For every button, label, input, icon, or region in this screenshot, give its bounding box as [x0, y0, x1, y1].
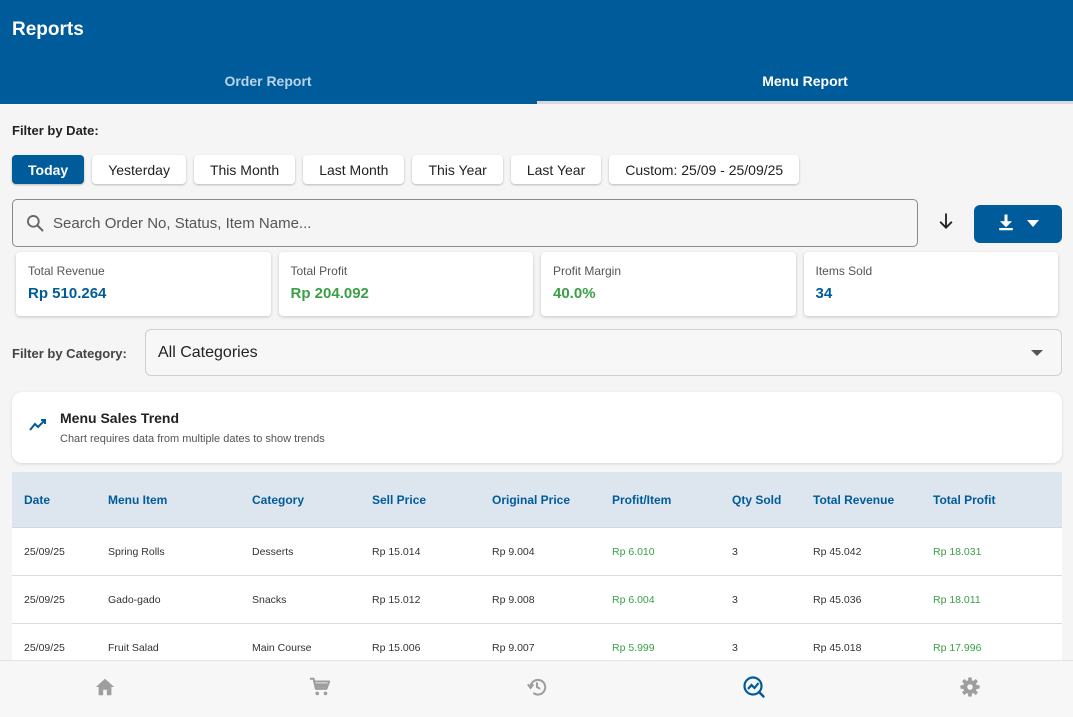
trend-title: Menu Sales Trend [60, 410, 180, 426]
tab-order-report[interactable]: Order Report [0, 57, 536, 104]
stat-value: 34 [815, 285, 833, 302]
header-sell-price[interactable]: Sell Price [372, 493, 492, 507]
date-filter-chips: Today Yesterday This Month Last Month Th… [12, 155, 807, 184]
cell-qty-sold: 3 [732, 641, 738, 654]
export-dropdown-button[interactable] [974, 205, 1062, 243]
cell-total-profit: Rp 17.996 [933, 641, 982, 654]
stat-label: Profit Margin [553, 264, 622, 278]
cell-total-revenue: Rp 45.042 [813, 545, 862, 558]
cell-date: 25/09/25 [24, 641, 65, 654]
tab-indicator [537, 101, 1073, 104]
cell-qty-sold: 3 [732, 545, 738, 558]
settings-icon [959, 676, 981, 703]
summary-cards: Total Revenue Rp 510.264 Total Profit Rp… [16, 252, 1058, 316]
nav-home[interactable] [75, 661, 135, 717]
cell-sell-price: Rp 15.014 [372, 545, 421, 558]
cell-profit-item: Rp 6.004 [612, 593, 655, 606]
cell-category: Snacks [252, 593, 287, 606]
stat-card-items-sold: Items Sold 34 [803, 252, 1058, 316]
arrow-down-icon [936, 211, 956, 236]
filter-by-category-label: Filter by Category: [12, 346, 127, 361]
stat-card-total-profit: Total Profit Rp 204.092 [278, 252, 533, 316]
cell-menu-item: Spring Rolls [108, 545, 165, 558]
cell-profit-item: Rp 5.999 [612, 641, 655, 654]
cell-sell-price: Rp 15.012 [372, 593, 421, 606]
cell-original-price: Rp 9.004 [492, 545, 535, 558]
search-input[interactable] [53, 200, 917, 246]
chip-last-year[interactable]: Last Year [510, 155, 602, 184]
stat-label: Items Sold [815, 264, 873, 278]
cart-icon [309, 676, 331, 703]
nav-cart[interactable] [290, 661, 350, 717]
table-row[interactable]: 25/09/25 Gado-gado Snacks Rp 15.012 Rp 9… [12, 576, 1062, 624]
menu-sales-trend-card: Menu Sales Trend Chart requires data fro… [12, 392, 1062, 463]
stat-value: Rp 510.264 [28, 285, 107, 302]
stat-label: Total Revenue [28, 264, 105, 278]
cell-date: 25/09/25 [24, 545, 65, 558]
cell-profit-item: Rp 6.010 [612, 545, 655, 558]
cell-original-price: Rp 9.007 [492, 641, 535, 654]
page-title: Reports [12, 19, 84, 40]
nav-history[interactable] [507, 661, 567, 717]
category-select[interactable]: All Categories [145, 329, 1062, 376]
chevron-down-icon [1027, 215, 1039, 233]
header-date[interactable]: Date [12, 493, 108, 507]
home-icon [94, 676, 116, 703]
cell-total-profit: Rp 18.011 [933, 593, 981, 606]
header-menu-item[interactable]: Menu Item [108, 493, 252, 507]
dropdown-arrow-icon [1031, 349, 1043, 356]
stat-label: Total Profit [290, 264, 348, 278]
trend-subtitle: Chart requires data from multiple dates … [60, 433, 325, 445]
table-header: Date Menu Item Category Sell Price Origi… [12, 472, 1062, 528]
nav-settings[interactable] [940, 661, 1000, 717]
cell-original-price: Rp 9.008 [492, 593, 535, 606]
cell-category: Main Course [252, 641, 312, 654]
cell-date: 25/09/25 [24, 593, 65, 606]
cell-qty-sold: 3 [732, 593, 738, 606]
nav-reports[interactable] [724, 661, 784, 717]
chip-last-month[interactable]: Last Month [303, 155, 405, 184]
app-bar: Reports Order Report Menu Report [0, 0, 1073, 104]
cell-total-revenue: Rp 45.018 [813, 641, 862, 654]
header-profit-item[interactable]: Profit/Item [612, 493, 732, 507]
chip-this-year[interactable]: This Year [412, 155, 503, 184]
sort-button[interactable] [930, 207, 962, 239]
chip-yesterday[interactable]: Yesterday [92, 155, 186, 184]
stat-value: 40.0% [553, 285, 596, 302]
stat-value: Rp 204.092 [290, 285, 369, 302]
cell-total-profit: Rp 18.031 [933, 545, 982, 558]
search-box[interactable] [12, 199, 918, 247]
cell-menu-item: Fruit Salad [108, 641, 159, 654]
cell-category: Desserts [252, 545, 294, 558]
cell-sell-price: Rp 15.006 [372, 641, 421, 654]
table-row[interactable]: 25/09/25 Fruit Salad Main Course Rp 15.0… [12, 624, 1062, 660]
filter-by-date-label: Filter by Date: [12, 123, 99, 138]
table-row[interactable]: 25/09/25 Spring Rolls Desserts Rp 15.014… [12, 528, 1062, 576]
stat-card-profit-margin: Profit Margin 40.0% [541, 252, 796, 316]
cell-total-revenue: Rp 45.036 [813, 593, 862, 606]
search-icon [13, 200, 53, 246]
category-select-value: All Categories [158, 343, 258, 361]
download-icon [997, 213, 1015, 236]
chip-today[interactable]: Today [12, 155, 85, 184]
menu-report-table: Date Menu Item Category Sell Price Origi… [12, 472, 1062, 660]
chip-this-month[interactable]: This Month [193, 155, 296, 184]
chip-custom-range[interactable]: Custom: 25/09 - 25/09/25 [609, 155, 800, 184]
stat-card-total-revenue: Total Revenue Rp 510.264 [16, 252, 271, 316]
bottom-navigation [0, 660, 1073, 717]
header-qty-sold[interactable]: Qty Sold [732, 493, 813, 507]
header-total-revenue[interactable]: Total Revenue [813, 493, 933, 507]
trending-up-icon [29, 418, 47, 437]
header-total-profit[interactable]: Total Profit [933, 493, 1062, 507]
header-original-price[interactable]: Original Price [492, 493, 612, 507]
analytics-icon [742, 675, 766, 704]
header-category[interactable]: Category [252, 493, 372, 507]
tab-menu-report[interactable]: Menu Report [537, 57, 1073, 104]
cell-menu-item: Gado-gado [108, 593, 161, 606]
history-icon [526, 676, 548, 703]
